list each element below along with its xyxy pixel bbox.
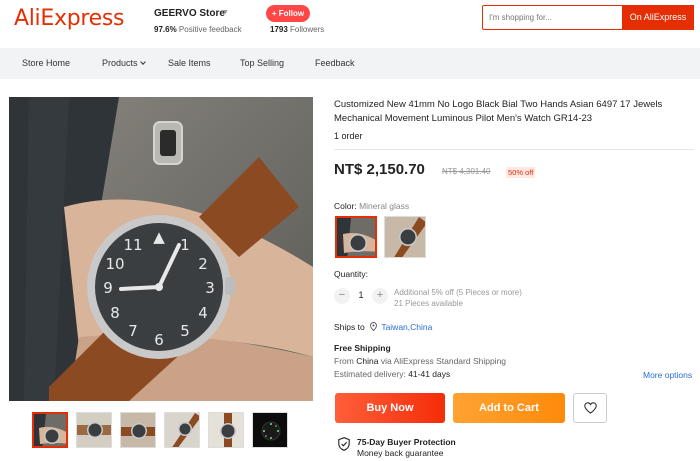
thumbnail-6[interactable] [252, 412, 288, 448]
quantity-minus-button[interactable]: − [334, 288, 350, 304]
order-count: 1 order [334, 131, 363, 141]
positive-feedback-label: Positive feedback [178, 25, 242, 34]
ships-to-label: Ships to [334, 322, 365, 332]
thumbnail-watch-image [121, 413, 155, 447]
svg-text:10: 10 [105, 255, 124, 273]
followers-number: 1793 [270, 25, 288, 34]
buyer-protection-subtitle: Money back guarantee [357, 448, 444, 458]
svg-text:8: 8 [110, 304, 120, 322]
buy-now-button[interactable]: Buy Now [335, 393, 445, 423]
thumbnail-1[interactable] [32, 412, 68, 448]
ships-to: Ships to Taiwan,China [334, 322, 432, 332]
header: AliExpress GEERVO Store ▼ 97.6% Positive… [0, 0, 700, 48]
nav-sale-items[interactable]: Sale Items [168, 58, 211, 68]
divider [334, 149, 694, 150]
thumbnail-watch-image [34, 414, 66, 446]
color-swatch-2[interactable] [384, 216, 426, 258]
bulk-discount-text: Additional 5% off (5 Pieces or more) [394, 288, 522, 297]
buyer-protection-title: 75-Day Buyer Protection [357, 437, 456, 447]
current-price: NT$ 2,150.70 [334, 161, 425, 178]
search-input[interactable] [489, 9, 619, 26]
color-swatch-1[interactable] [335, 216, 377, 258]
add-to-cart-button[interactable]: Add to Cart [453, 393, 565, 423]
thumbnail-watch-image [209, 413, 243, 447]
available-stock: 21 Pieces available [394, 299, 463, 308]
thumbnail-2[interactable] [76, 412, 112, 448]
search-button[interactable]: On AliExpress [622, 4, 694, 30]
ship-from: From China via AliExpress Standard Shipp… [334, 356, 506, 366]
original-price: NT$ 4,301.40 [442, 167, 491, 176]
shield-check-icon [338, 437, 350, 451]
nav-top-selling[interactable]: Top Selling [240, 58, 284, 68]
ships-to-location[interactable]: Taiwan,China [381, 322, 432, 332]
ship-from-prefix: From [334, 356, 354, 366]
followers-label: Followers [290, 25, 325, 34]
thumbnail-watch-image [253, 413, 287, 447]
quantity-plus-button[interactable]: + [372, 288, 388, 304]
nav-feedback[interactable]: Feedback [315, 58, 355, 68]
thumbnail-4[interactable] [164, 412, 200, 448]
follow-button[interactable]: + Follow [266, 5, 310, 22]
quantity-value[interactable]: 1 [356, 290, 366, 300]
search-box: On AliExpress [482, 4, 694, 30]
aliexpress-logo[interactable]: AliExpress [14, 6, 124, 31]
svg-text:3: 3 [205, 279, 215, 297]
free-shipping: Free Shipping [334, 343, 391, 353]
chevron-down-icon [139, 59, 146, 65]
quantity-label: Quantity: [334, 269, 369, 279]
svg-text:1: 1 [180, 236, 190, 254]
more-options-link[interactable]: More options [643, 370, 692, 380]
color-value: Mineral glass [359, 201, 410, 211]
nav-store-home[interactable]: Store Home [22, 58, 70, 68]
nav-products-label: Products [102, 58, 138, 68]
wishlist-button[interactable] [573, 393, 607, 423]
swatch-watch-image [385, 217, 425, 257]
store-rating: 97.6% Positive feedback [154, 25, 242, 34]
heart-icon [584, 402, 597, 414]
main-product-image[interactable]: ▲ 1 2 3 4 5 6 7 8 9 10 11 [9, 97, 313, 401]
chevron-down-icon[interactable]: ▼ [222, 9, 229, 16]
swatch-watch-image [337, 218, 375, 256]
svg-text:4: 4 [198, 304, 208, 322]
svg-text:6: 6 [154, 331, 164, 349]
store-nav: Store Home Products Sale Items Top Selli… [0, 48, 700, 79]
discount-badge: 50% off [506, 167, 536, 178]
svg-text:5: 5 [180, 322, 190, 340]
thumbnail-watch-image [77, 413, 111, 447]
followers-count: 1793 Followers [270, 25, 324, 34]
svg-text:11: 11 [123, 236, 142, 254]
product-title: Customized New 41mm No Logo Black Bial T… [334, 99, 663, 124]
watch-photo: ▲ 1 2 3 4 5 6 7 8 9 10 11 [9, 97, 313, 401]
estimated-delivery-value: 41-41 days [408, 369, 451, 379]
nav-products[interactable]: Products [102, 58, 146, 68]
color-label-text: Color: [334, 201, 357, 211]
ship-from-suffix: via AliExpress Standard Shipping [380, 356, 507, 366]
positive-feedback-value: 97.6% [154, 25, 177, 34]
svg-text:7: 7 [128, 322, 138, 340]
thumbnail-5[interactable] [208, 412, 244, 448]
thumbnail-3[interactable] [120, 412, 156, 448]
store-name[interactable]: GEERVO Store [154, 8, 225, 19]
thumbnail-watch-image [165, 413, 199, 447]
svg-text:9: 9 [103, 279, 113, 297]
estimated-delivery-label: Estimated delivery: [334, 369, 406, 379]
color-label: Color: Mineral glass [334, 201, 409, 211]
location-pin-icon [370, 322, 378, 331]
svg-text:▲: ▲ [153, 228, 165, 246]
estimated-delivery: Estimated delivery: 41-41 days [334, 369, 450, 379]
quantity-notes: Additional 5% off (5 Pieces or more) 21 … [394, 287, 522, 309]
ship-from-country: China [356, 356, 379, 366]
svg-text:2: 2 [198, 255, 208, 273]
